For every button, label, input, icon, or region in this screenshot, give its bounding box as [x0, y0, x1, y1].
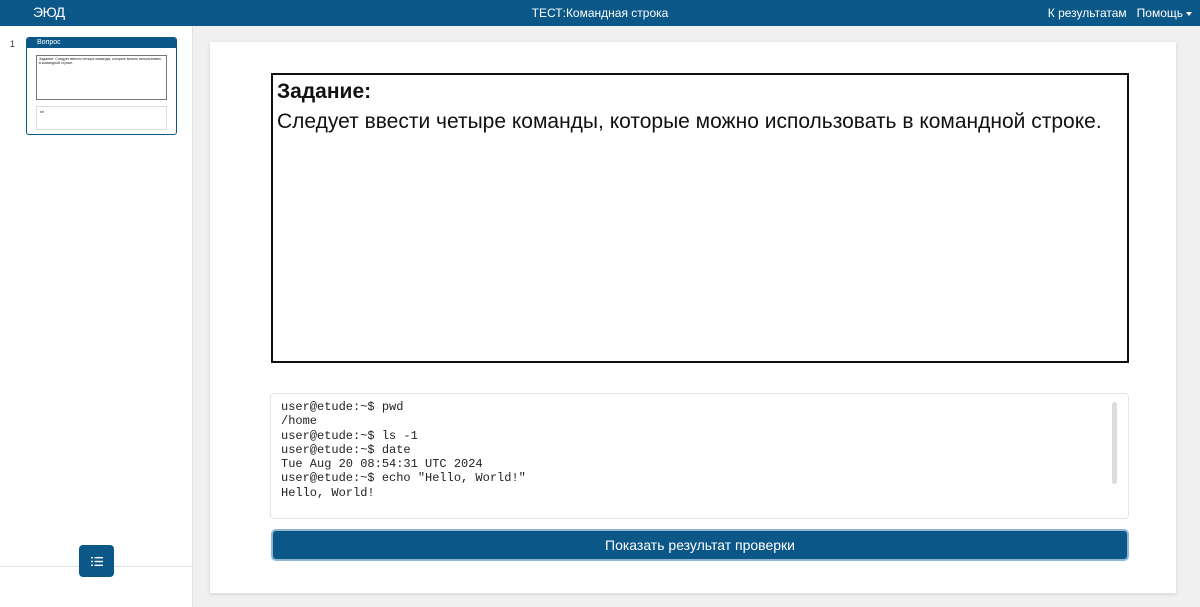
question-list-button[interactable]: [79, 545, 114, 577]
terminal-output[interactable]: user@etude:~$ pwd/home user@etude:~$ ls -…: [270, 393, 1129, 519]
help-menu-label: Помощь: [1136, 6, 1183, 20]
slide-thumbnail[interactable]: Вопрос Задание: Следует ввести четыре ко…: [26, 37, 177, 135]
top-nav: К результатам Помощь: [1048, 6, 1192, 20]
show-check-result-button[interactable]: Показать результат проверки: [271, 529, 1129, 561]
list-icon: [90, 556, 103, 566]
results-link[interactable]: К результатам: [1048, 6, 1127, 20]
terminal-scrollbar[interactable]: [1112, 402, 1117, 484]
terminal-line: user@etude:~$ echo "Hello, World!": [281, 471, 526, 486]
sidebar: 1 Вопрос Задание: Следует ввести четыре …: [0, 26, 193, 607]
slide-number: 1: [10, 39, 16, 49]
top-bar: ЭЮД ТЕСТ:Командная строка К результатам …: [0, 0, 1200, 26]
terminal-line: /home: [281, 414, 318, 429]
question-card: Задание: Следует ввести четыре команды, …: [210, 42, 1176, 593]
terminal-line: Hello, World!: [281, 485, 375, 500]
chevron-down-icon: [1186, 11, 1192, 16]
terminal-line: user@etude:~$ ls -1: [281, 428, 418, 443]
task-box: Задание: Следует ввести четыре команды, …: [271, 73, 1129, 363]
terminal-line: user@etude:~$ date: [281, 442, 411, 457]
help-menu[interactable]: Помощь: [1137, 6, 1192, 20]
task-text: Следует ввести четыре команды, которые м…: [277, 110, 1102, 133]
slide-thumbnail-title: Вопрос: [27, 38, 176, 48]
page-title: ТЕСТ:Командная строка: [531, 6, 669, 20]
task-heading: Задание:: [277, 80, 372, 103]
terminal-line: Tue Aug 20 08:54:31 UTC 2024: [281, 457, 483, 472]
terminal-line: user@etude:~$ pwd: [281, 400, 404, 414]
slide-thumbnail-terminal: ke: [36, 106, 167, 130]
slide-thumbnail-task: Задание: Следует ввести четыре команды, …: [36, 55, 167, 100]
